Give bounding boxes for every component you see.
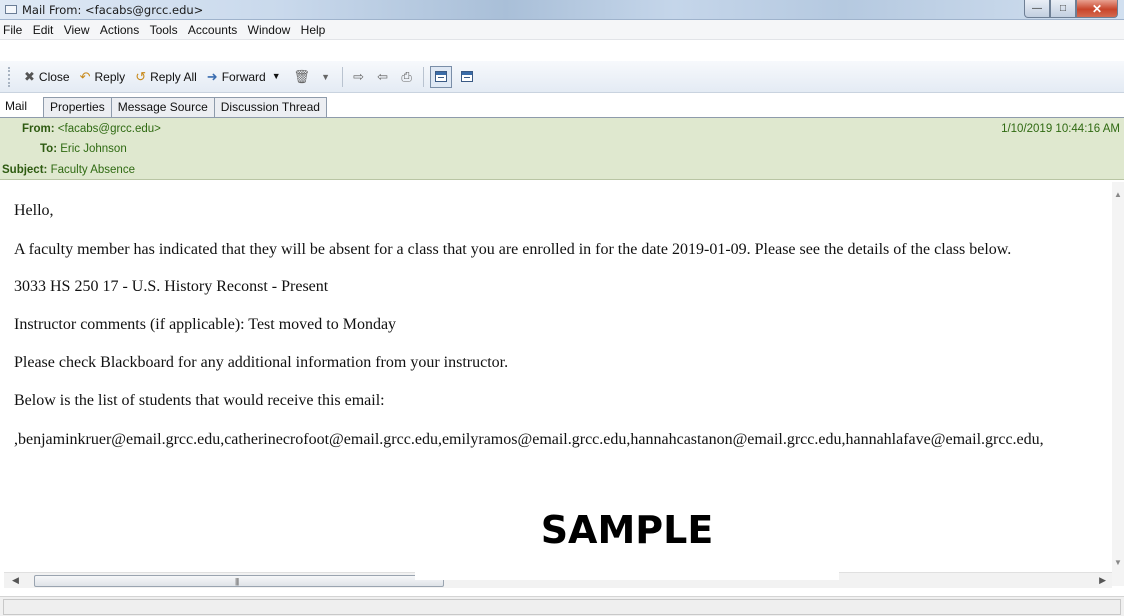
body-line-student-list: ,benjaminkruer@email.grcc.edu,catherinec… [14,431,1044,448]
from-label: From: [22,123,55,135]
message-tabs: Mail Properties Message Source Discussio… [0,95,1124,118]
message-date: 1/10/2019 10:44:16 AM [1001,123,1120,135]
close-button[interactable]: ✖ Close [19,66,75,88]
forward-button[interactable]: ➜ Forward ▼ [202,66,290,88]
horizontal-scroll-thumb[interactable]: ||| [34,575,444,587]
status-panel [3,599,1121,615]
from-value[interactable]: <facabs@grcc.edu> [58,123,161,135]
from-row: From: <facabs@grcc.edu> [22,123,161,135]
reply-button[interactable]: ↶ Reply [75,66,131,88]
body-line-class: 3033 HS 250 17 - U.S. History Reconst - … [14,278,329,295]
body-line-comments: Instructor comments (if applicable): Tes… [14,316,397,333]
next-message-icon[interactable]: ⇨ [349,67,369,87]
scroll-left-arrow-icon[interactable]: ◀ [12,575,19,586]
menu-window[interactable]: Window [245,20,295,37]
window-layout-icon [460,71,473,82]
to-value[interactable]: Eric Johnson [60,143,126,155]
menu-tools[interactable]: Tools [147,20,182,37]
printer-icon[interactable]: ⎙ [397,67,417,87]
toolbar-separator [341,66,343,87]
title-bar: Mail From: <facabs@grcc.edu> — □ ✕ [0,0,1124,20]
reply-icon: ↶ [79,69,91,84]
envelope-icon [5,5,17,14]
toolbar-separator [422,66,424,87]
body-line-intro: A faculty member has indicated that they… [14,241,1012,258]
scroll-grip-icon: ||| [235,577,239,586]
subject-value: Faculty Absence [50,164,135,176]
menu-accounts[interactable]: Accounts [185,20,241,37]
menu-file[interactable]: File [0,20,26,37]
scroll-right-arrow-icon[interactable]: ▶ [1099,575,1106,586]
trash-icon[interactable]: 🗑 [292,67,312,87]
reply-all-icon: ↺ [135,69,147,84]
window-layout-icon [434,71,447,82]
to-row: To: Eric Johnson [40,143,127,155]
subject-label: Subject: [2,164,48,176]
menu-view[interactable]: View [61,20,94,37]
layout-toggle[interactable] [456,66,478,88]
tab-properties[interactable]: Properties [43,97,112,117]
window-controls: — □ ✕ [1024,0,1118,18]
chevron-down-icon[interactable]: ▼ [272,72,281,81]
reply-label: Reply [94,69,126,84]
tab-discussion-thread[interactable]: Discussion Thread [213,97,327,117]
reply-all-button[interactable]: ↺ Reply All [130,66,202,88]
menu-bar: File Edit View Actions Tools Accounts Wi… [0,20,1124,40]
body-line-blackboard: Please check Blackboard for any addition… [14,354,509,371]
forward-label: Forward [221,69,266,84]
preview-pane-toggle[interactable] [429,65,452,88]
scroll-up-arrow-icon[interactable]: ▲ [1114,190,1122,199]
vertical-scrollbar[interactable]: ▲ ▼ [1112,182,1124,586]
scroll-down-arrow-icon[interactable]: ▼ [1114,558,1122,567]
forward-icon: ➜ [206,69,218,84]
reply-all-label: Reply All [150,69,197,84]
tab-mail[interactable]: Mail [0,95,45,117]
close-label: Close [38,69,70,84]
status-bar [0,596,1124,616]
toolbar-grip[interactable] [8,66,11,87]
maximize-button[interactable]: □ [1050,0,1076,18]
body-line-greeting: Hello, [14,202,54,219]
tab-message-source[interactable]: Message Source [110,97,215,117]
close-x-icon: ✖ [24,69,35,84]
body-line-list-intro: Below is the list of students that would… [14,392,385,409]
window-title: Mail From: <facabs@grcc.edu> [22,3,204,17]
chevron-down-icon[interactable]: ▼ [316,67,336,87]
close-window-button[interactable]: ✕ [1076,0,1118,18]
message-header: From: <facabs@grcc.edu> To: Eric Johnson… [0,118,1124,180]
subject-row: Subject: Faculty Absence [2,164,135,176]
sample-watermark: SAMPLE [415,500,839,580]
menu-actions[interactable]: Actions [97,20,143,37]
menu-help[interactable]: Help [298,20,330,37]
sample-watermark-text: SAMPLE [540,508,714,552]
menu-edit[interactable]: Edit [30,20,58,37]
minimize-button[interactable]: — [1024,0,1050,18]
to-label: To: [40,143,58,155]
previous-message-icon[interactable]: ⇦ [373,67,393,87]
toolbar: ✖ Close ↶ Reply ↺ Reply All ➜ Forward ▼ … [0,61,1124,93]
